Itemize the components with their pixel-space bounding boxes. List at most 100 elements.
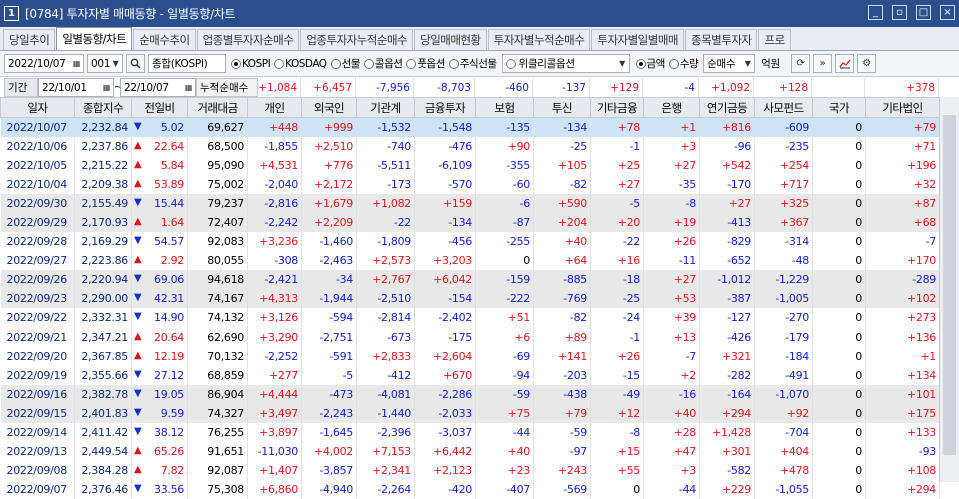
column-header[interactable]: 투신 [534,98,591,118]
minimize-button[interactable]: _ [868,5,883,20]
column-header[interactable]: 기타금융 [591,98,644,118]
table-row[interactable]: 2022/10/042,209.38▲53.8975,002-2,040+2,1… [1,175,940,194]
table-row[interactable]: 2022/09/282,169.29▼54.5792,083+3,236-1,4… [1,232,940,251]
chevron-down-icon[interactable]: ▼ [617,57,628,70]
search-button[interactable] [126,54,145,73]
table-row[interactable]: 2022/09/262,220.94▼69.0694,618-2,421-34+… [1,270,940,289]
tab-6[interactable]: 투자자별누적순매수 [488,29,591,50]
radio-circle[interactable] [449,59,459,69]
tab-0[interactable]: 당일추이 [3,29,55,50]
markets-radio-2[interactable]: 선물 [331,56,360,71]
column-header[interactable]: 국가 [813,98,866,118]
column-header[interactable]: 외국인 [302,98,357,118]
column-header[interactable]: 은행 [644,98,700,118]
refresh-button[interactable]: ⟳ [791,54,810,73]
calendar-icon[interactable]: ▦ [183,81,194,94]
close-button[interactable]: × [940,5,955,20]
code-select[interactable]: 001▼ [87,54,123,73]
scroll-thumb[interactable] [943,115,956,455]
window-number-badge: 1 [4,6,19,21]
table-cell: ▼42.31 [132,289,188,308]
radio-circle[interactable] [364,59,374,69]
tab-3[interactable]: 업종별투자자순매수 [197,29,300,50]
chevron-down-icon[interactable]: ▼ [110,57,121,70]
weekly-radio[interactable] [506,59,516,69]
column-header[interactable]: 보험 [476,98,534,118]
table-row[interactable]: 2022/09/232,290.00▼42.3174,167+4,313-1,9… [1,289,940,308]
settings-button[interactable]: ⚙ [857,54,876,73]
period-to-input[interactable]: 22/10/07▦ [120,78,196,97]
chevron-down-icon[interactable]: ▼ [742,57,753,70]
table-row[interactable]: 2022/09/152,401.83▼9.5974,327+3,497-2,24… [1,404,940,423]
units-radio-0[interactable]: 금액 [636,56,665,71]
radio-circle[interactable] [406,59,416,69]
radio-circle[interactable] [636,59,646,69]
markets-radio-5[interactable]: 주식선물 [449,56,497,71]
table-cell: -134 [534,118,591,137]
units-radio-1[interactable]: 수량 [669,56,698,71]
tab-9[interactable]: 프로 [758,29,790,50]
column-header[interactable]: 개인 [248,98,302,118]
net-buy-select[interactable]: 순매수▼ [703,54,755,73]
markets-radio-3[interactable]: 콜옵션 [364,56,402,71]
table-cell: 2,401.83 [75,404,132,423]
tab-2[interactable]: 순매수추이 [133,29,195,50]
radio-circle[interactable] [231,59,241,69]
restore-button[interactable]: ▫ [892,5,907,20]
tab-4[interactable]: 업종투자자누적순매수 [300,29,413,50]
column-header[interactable]: 기타법인 [866,98,940,118]
table-row[interactable]: 2022/10/072,232.84▼5.0269,627+448+999-1,… [1,118,940,137]
markets-radio-4[interactable]: 풋옵션 [406,56,444,71]
date-input[interactable]: 2022/10/07▦ [4,54,84,73]
table-cell: +2,341 [357,461,415,480]
table-row[interactable]: 2022/09/142,411.42▼38.1276,255+3,897-1,6… [1,423,940,442]
radio-circle[interactable] [331,59,341,69]
table-row[interactable]: 2022/09/202,367.85▲12.1970,132-2,252-591… [1,347,940,366]
tab-7[interactable]: 투자자별일별매매 [591,29,684,50]
weekly-option-select[interactable]: 위클리콜옵션▼ [502,54,630,73]
table-row[interactable]: 2022/09/082,384.28▲7.8292,087+1,407-3,85… [1,461,940,480]
table-cell: 0 [813,423,866,442]
table-row[interactable]: 2022/09/132,449.54▲65.2691,651-11,030+4,… [1,442,940,461]
table-cell: -1,645 [302,423,357,442]
column-header[interactable]: 금융투자 [415,98,476,118]
column-header[interactable]: 사모펀드 [755,98,813,118]
table-row[interactable]: 2022/10/052,215.22▲5.8495,090+4,531+776-… [1,156,940,175]
chart-button[interactable] [835,54,854,73]
column-header[interactable]: 일자 [1,98,75,118]
table-row[interactable]: 2022/09/162,382.78▼19.0586,904+4,444-473… [1,385,940,404]
calendar-icon[interactable]: ▦ [101,81,112,94]
table-row[interactable]: 2022/09/302,155.49▼15.4479,237-2,816+1,6… [1,194,940,213]
column-header[interactable]: 종합지수 [75,98,132,118]
column-header[interactable]: 거래대금 [188,98,248,118]
markets-radio-1[interactable]: KOSDAQ [274,56,326,71]
tab-8[interactable]: 종목별투자자 [685,29,757,50]
table-row[interactable]: 2022/09/292,170.93▲1.6472,407-2,242+2,20… [1,213,940,232]
table-row[interactable]: 2022/09/192,355.66▼27.1268,859+277-5-412… [1,366,940,385]
column-header[interactable]: 연기금등 [700,98,755,118]
maximize-button[interactable]: □ [916,5,931,20]
table-cell: 2,449.54 [75,442,132,461]
period-from-input[interactable]: 22/10/01▦ [38,78,114,97]
table-row[interactable]: 2022/09/072,376.46▼33.5675,308+6,860-4,9… [1,480,940,499]
table-cell: -2,402 [415,308,476,327]
radio-circle[interactable] [669,59,679,69]
tab-5[interactable]: 당일매매현황 [414,29,486,50]
markets-radio-0[interactable]: KOSPI [231,56,270,71]
vertical-scrollbar[interactable] [939,97,959,482]
column-header[interactable]: 전일비 [132,98,188,118]
table-row[interactable]: 2022/10/062,237.86▲22.6468,500-1,855+2,5… [1,137,940,156]
calendar-icon[interactable]: ▦ [71,57,82,70]
table-cell: 2022/09/20 [1,347,75,366]
table-cell: -438 [534,385,591,404]
radio-circle[interactable] [274,59,284,69]
column-header[interactable]: 기관계 [357,98,415,118]
table-row[interactable]: 2022/09/222,332.31▼14.9074,132+3,126-594… [1,308,940,327]
table-cell: 80,055 [188,251,248,270]
table-cell: 2022/09/13 [1,442,75,461]
table-row[interactable]: 2022/09/212,347.21▲20.6462,690+3,290-2,7… [1,328,940,347]
table-row[interactable]: 2022/09/272,223.86▲2.9280,055-308-2,463+… [1,251,940,270]
tab-1[interactable]: 일별동향/차트 [56,27,132,50]
table-cell: 69,627 [188,118,248,137]
next-button[interactable]: » [813,54,832,73]
